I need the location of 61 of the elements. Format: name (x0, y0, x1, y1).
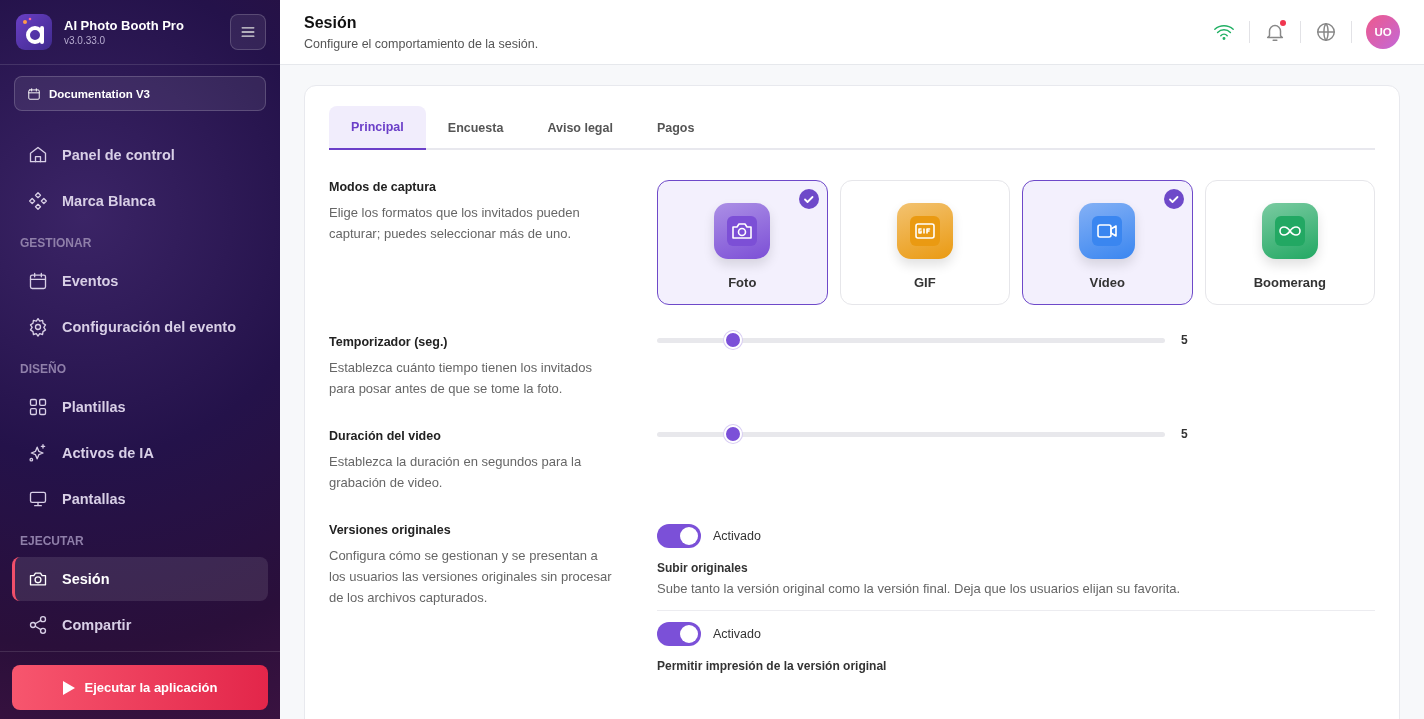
settings-icon (28, 317, 48, 337)
share-icon (28, 615, 48, 635)
setting-title: Temporizador (seg.) (329, 335, 449, 349)
section-heading: GESTIONAR (19, 235, 93, 252)
check-icon (1163, 189, 1184, 209)
option-title: Permitir impresión de la versión original (657, 659, 888, 673)
app-name: AI Photo Booth Pro (64, 18, 185, 33)
setting-title: Modos de captura (329, 180, 437, 194)
option-title: Subir originales (657, 561, 749, 575)
section-heading: DISEÑO (19, 360, 67, 378)
section-heading: EJECUTAR (19, 533, 85, 550)
slider-value: 5 (1181, 333, 1188, 347)
app-logo-icon (16, 14, 52, 50)
sidebar-item[interactable]: Plantillas (12, 385, 268, 429)
slider-value: 5 (1181, 427, 1188, 441)
run-app-button[interactable]: Ejecutar la aplicación (12, 665, 268, 710)
setting-description: Elige los formatos que los invitados pueden capturar; puedes seleccionar más de uno. (329, 204, 581, 243)
sidebar-item[interactable]: Sesión (12, 557, 268, 601)
language-button[interactable] (1315, 21, 1337, 43)
toggle-state-label: Activado (713, 627, 761, 641)
tab[interactable]: Encuesta (425, 106, 526, 150)
sidebar-item[interactable]: Panel de control (12, 133, 268, 177)
page-subtitle: Configure el comportamiento de la sesión. (304, 36, 539, 51)
setting-title: Versiones originales (329, 523, 452, 537)
option-description: Sube tanto la versión original como la versión final. Deja que los usuarios elijan su favorita. (657, 581, 1182, 598)
capture-mode-option[interactable]: Boomerang (1204, 180, 1375, 305)
tab[interactable]: Principal (329, 106, 426, 150)
sidebar-item[interactable]: Compartir (12, 603, 268, 647)
event-selector[interactable]: Documentation V3 (14, 76, 266, 111)
sidebar-item[interactable]: Configuración del evento (12, 305, 268, 349)
diamonds-icon (28, 191, 48, 211)
capture-mode-option[interactable]: GIF (839, 180, 1010, 305)
tab[interactable]: Aviso legal (525, 106, 635, 150)
home-icon (28, 145, 48, 165)
page-title: Sesión (304, 13, 358, 32)
slider-thumb[interactable] (724, 330, 743, 349)
sidebar-item[interactable]: Activos de IA (12, 431, 268, 475)
toggle-switch[interactable] (657, 622, 701, 646)
notifications-button[interactable] (1264, 21, 1286, 43)
play-icon (62, 680, 75, 695)
toggle-switch[interactable] (657, 524, 701, 548)
check-icon (798, 189, 819, 209)
setting-description: Establezca cuánto tiempo tienen los invitados para posar antes de que se tome la foto. (329, 359, 594, 398)
calendar-icon (27, 86, 41, 101)
sidebar-item[interactable]: Marca Blanca (12, 179, 268, 223)
setting-description: Configura cómo se gestionan y se presentan a los usuarios las versiones originales sin procesar de los archivos capturados. (329, 547, 613, 607)
capture-mode-option[interactable]: Foto (657, 180, 828, 305)
sidebar-item[interactable]: Eventos (12, 259, 268, 303)
menu-button[interactable] (230, 14, 266, 50)
toggle-state-label: Activado (713, 529, 761, 543)
sidebar-item[interactable]: Pantallas (12, 477, 268, 521)
monitor-icon (28, 489, 48, 509)
grid-icon (28, 397, 48, 417)
sparkle-icon (28, 443, 48, 463)
tab[interactable]: Pagos (634, 106, 717, 150)
calendar-icon (28, 271, 48, 291)
slider-thumb[interactable] (724, 424, 743, 443)
setting-description: Establezca la duración en segundos para la grabación de video. (329, 453, 583, 492)
capture-mode-option[interactable]: Vídeo (1022, 180, 1193, 305)
setting-title: Duración del video (329, 429, 442, 443)
app-version: v3.0.33.0 (64, 35, 107, 46)
